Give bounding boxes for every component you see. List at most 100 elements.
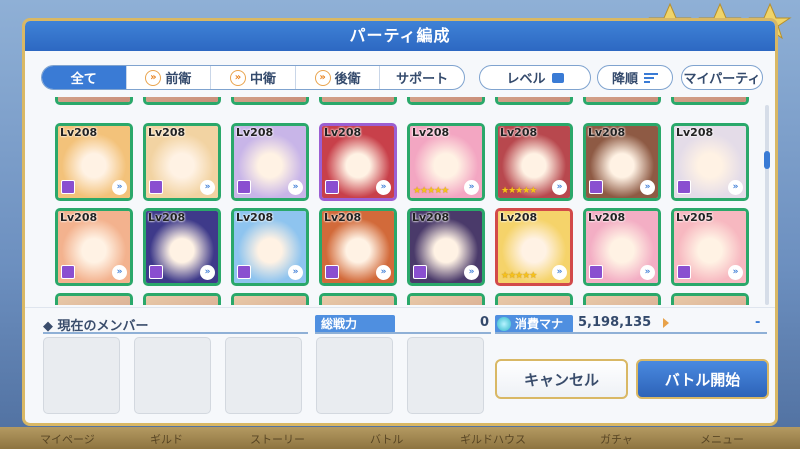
character-card-partial[interactable] — [671, 293, 749, 305]
character-card-partial[interactable] — [583, 97, 661, 105]
character-card-partial[interactable] — [55, 293, 133, 305]
element-badge-icon — [677, 180, 691, 194]
star-rating: ★★★★★ — [501, 271, 537, 281]
role-chevron-icon: » — [728, 180, 743, 195]
element-badge-icon — [149, 180, 163, 194]
character-card-partial[interactable] — [671, 97, 749, 105]
sort-level-button[interactable]: レベル — [479, 65, 591, 90]
character-level: Lv208 — [500, 211, 538, 224]
character-level: Lv208 — [236, 211, 274, 224]
character-portrait — [498, 97, 570, 102]
character-card-partial[interactable] — [319, 293, 397, 305]
character-portrait — [234, 296, 306, 305]
divider — [495, 332, 767, 334]
character-portrait — [234, 97, 306, 102]
element-badge-icon — [589, 265, 603, 279]
character-card[interactable]: Lv208 » — [583, 208, 661, 286]
character-card[interactable]: Lv208 » — [407, 208, 485, 286]
tab-front[interactable]: » 前衛 — [127, 66, 212, 89]
character-level: Lv208 — [412, 126, 450, 139]
cancel-button[interactable]: キャンセル — [495, 359, 628, 399]
character-level: Lv208 — [148, 211, 186, 224]
element-badge-icon — [589, 180, 603, 194]
character-card[interactable]: Lv208 » — [143, 208, 221, 286]
character-card-partial[interactable] — [55, 97, 133, 105]
element-badge-icon — [149, 265, 163, 279]
character-card[interactable]: Lv208 » — [143, 123, 221, 201]
element-badge-icon — [677, 265, 691, 279]
member-slot[interactable] — [225, 337, 302, 414]
character-card-partial[interactable] — [319, 97, 397, 105]
tab-label: 前衛 — [165, 72, 192, 87]
character-portrait — [322, 296, 394, 305]
character-card[interactable]: Lv208 ★★★★★ » — [495, 123, 573, 201]
role-chevron-icon: » — [288, 265, 303, 280]
character-card-partial[interactable] — [143, 293, 221, 305]
total-power-label: 総戦力 — [315, 315, 395, 333]
character-card-partial[interactable] — [407, 97, 485, 105]
character-card[interactable]: Lv205 » — [671, 208, 749, 286]
grid-scroll-thumb[interactable] — [764, 151, 770, 169]
character-level: Lv208 — [412, 211, 450, 224]
character-card-partial[interactable] — [583, 293, 661, 305]
character-level: Lv208 — [588, 211, 626, 224]
character-portrait — [410, 97, 482, 102]
member-slot[interactable] — [134, 337, 211, 414]
mana-icon — [497, 317, 511, 331]
element-badge-icon — [325, 265, 339, 279]
role-chevron-icon: » — [552, 265, 567, 280]
character-card-partial[interactable] — [231, 97, 309, 105]
character-card-partial[interactable] — [231, 293, 309, 305]
element-badge-icon — [237, 265, 251, 279]
character-level: Lv208 — [676, 126, 714, 139]
character-level: Lv208 — [500, 126, 538, 139]
character-card[interactable]: Lv208 » — [319, 123, 397, 201]
character-portrait — [146, 97, 218, 102]
nav-guildhouse: ギルドハウス — [460, 433, 526, 446]
character-card[interactable]: Lv208 ★★★★★ » — [407, 123, 485, 201]
element-badge-icon — [61, 265, 75, 279]
divider — [43, 332, 308, 334]
sort-order-button[interactable]: 降順 — [597, 65, 673, 90]
member-slot[interactable] — [407, 337, 484, 414]
character-card[interactable]: Lv208 ★★★★★ » — [495, 208, 573, 286]
role-chevron-icon: » — [464, 180, 479, 195]
character-card[interactable]: Lv208 » — [55, 208, 133, 286]
character-card[interactable]: Lv208 » — [231, 208, 309, 286]
tab-all[interactable]: 全て — [42, 66, 127, 89]
character-card[interactable]: Lv208 » — [55, 123, 133, 201]
grid-scrollbar[interactable] — [765, 105, 769, 305]
character-card[interactable]: Lv208 » — [319, 208, 397, 286]
character-card-partial[interactable] — [495, 97, 573, 105]
role-filter-tabs: 全て » 前衛 » 中衛 » 後衛 サポート — [41, 65, 465, 90]
sort-level-label: レベル — [506, 72, 546, 87]
tab-label: 全て — [70, 72, 97, 87]
character-grid: Lv208 » Lv208 » Lv208 » Lv208 » Lv208 ★★★★★ » Lv208… — [55, 97, 761, 305]
character-card-partial[interactable] — [495, 293, 573, 305]
element-badge-icon — [413, 265, 427, 279]
character-card[interactable]: Lv208 » — [231, 123, 309, 201]
character-level: Lv208 — [60, 126, 98, 139]
tab-support[interactable]: サポート — [380, 66, 464, 89]
role-front-icon: » — [145, 69, 162, 86]
character-card-partial[interactable] — [407, 293, 485, 305]
tab-rear[interactable]: » 後衛 — [296, 66, 381, 89]
start-label: バトル開始 — [664, 370, 741, 389]
character-card[interactable]: Lv208 » — [583, 123, 661, 201]
role-chevron-icon: » — [552, 180, 567, 195]
sort-icon — [644, 72, 658, 83]
role-chevron-icon: » — [640, 180, 655, 195]
mana-extra: - — [755, 315, 761, 330]
element-badge-icon — [325, 180, 339, 194]
tab-middle[interactable]: » 中衛 — [211, 66, 296, 89]
character-card-partial[interactable] — [143, 97, 221, 105]
start-battle-button[interactable]: バトル開始 — [636, 359, 769, 399]
character-card[interactable]: Lv208 » — [671, 123, 749, 201]
member-slot[interactable] — [43, 337, 120, 414]
character-portrait — [146, 296, 218, 305]
character-level: Lv208 — [324, 211, 362, 224]
divider — [315, 332, 491, 334]
my-party-button[interactable]: マイパーティ — [681, 65, 763, 90]
member-slot[interactable] — [316, 337, 393, 414]
character-level: Lv208 — [236, 126, 274, 139]
